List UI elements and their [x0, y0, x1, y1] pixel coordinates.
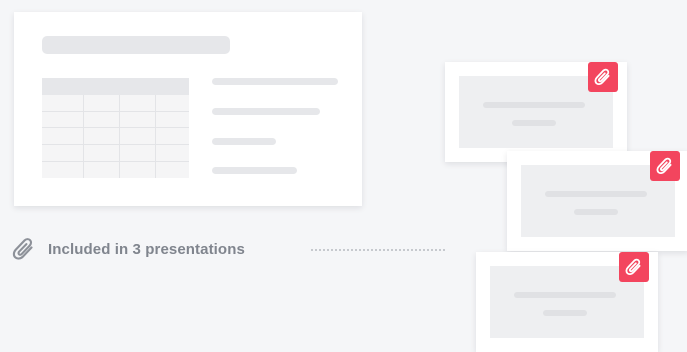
- slide-line-placeholder: [483, 102, 585, 108]
- paperclip-badge-button[interactable]: [588, 62, 618, 92]
- document-title-placeholder: [42, 36, 230, 54]
- presentation-slide-card[interactable]: [476, 252, 658, 352]
- slide-line-placeholder: [512, 120, 556, 126]
- presentation-slide-card[interactable]: [445, 62, 627, 162]
- slide-line-placeholder: [545, 191, 647, 197]
- paperclip-badge-button[interactable]: [619, 252, 649, 282]
- table-row-divider: [42, 111, 189, 112]
- document-table-placeholder: [42, 78, 189, 178]
- presentation-slide-card[interactable]: [507, 151, 687, 251]
- table-row-divider: [42, 127, 189, 128]
- paperclip-icon: [12, 238, 33, 260]
- table-column-divider: [83, 95, 84, 178]
- included-in-presentations: Included in 3 presentations: [12, 236, 245, 262]
- text-line-placeholder: [212, 108, 320, 115]
- table-row-divider: [42, 161, 189, 162]
- paperclip-icon: [594, 68, 610, 86]
- included-label: Included in 3 presentations: [48, 240, 245, 258]
- paperclip-icon: [656, 157, 672, 175]
- text-line-placeholder: [212, 78, 338, 85]
- dotted-connector: [311, 249, 445, 251]
- slide-line-placeholder: [543, 310, 587, 316]
- table-column-divider: [155, 95, 156, 178]
- slide-line-placeholder: [574, 209, 618, 215]
- paperclip-icon: [625, 258, 641, 276]
- document-card[interactable]: [14, 12, 362, 206]
- table-column-divider: [119, 95, 120, 178]
- table-row-divider: [42, 144, 189, 145]
- text-line-placeholder: [212, 167, 297, 174]
- paperclip-badge-button[interactable]: [650, 151, 680, 181]
- slide-line-placeholder: [514, 292, 616, 298]
- table-header-placeholder: [42, 78, 189, 95]
- text-line-placeholder: [212, 138, 276, 145]
